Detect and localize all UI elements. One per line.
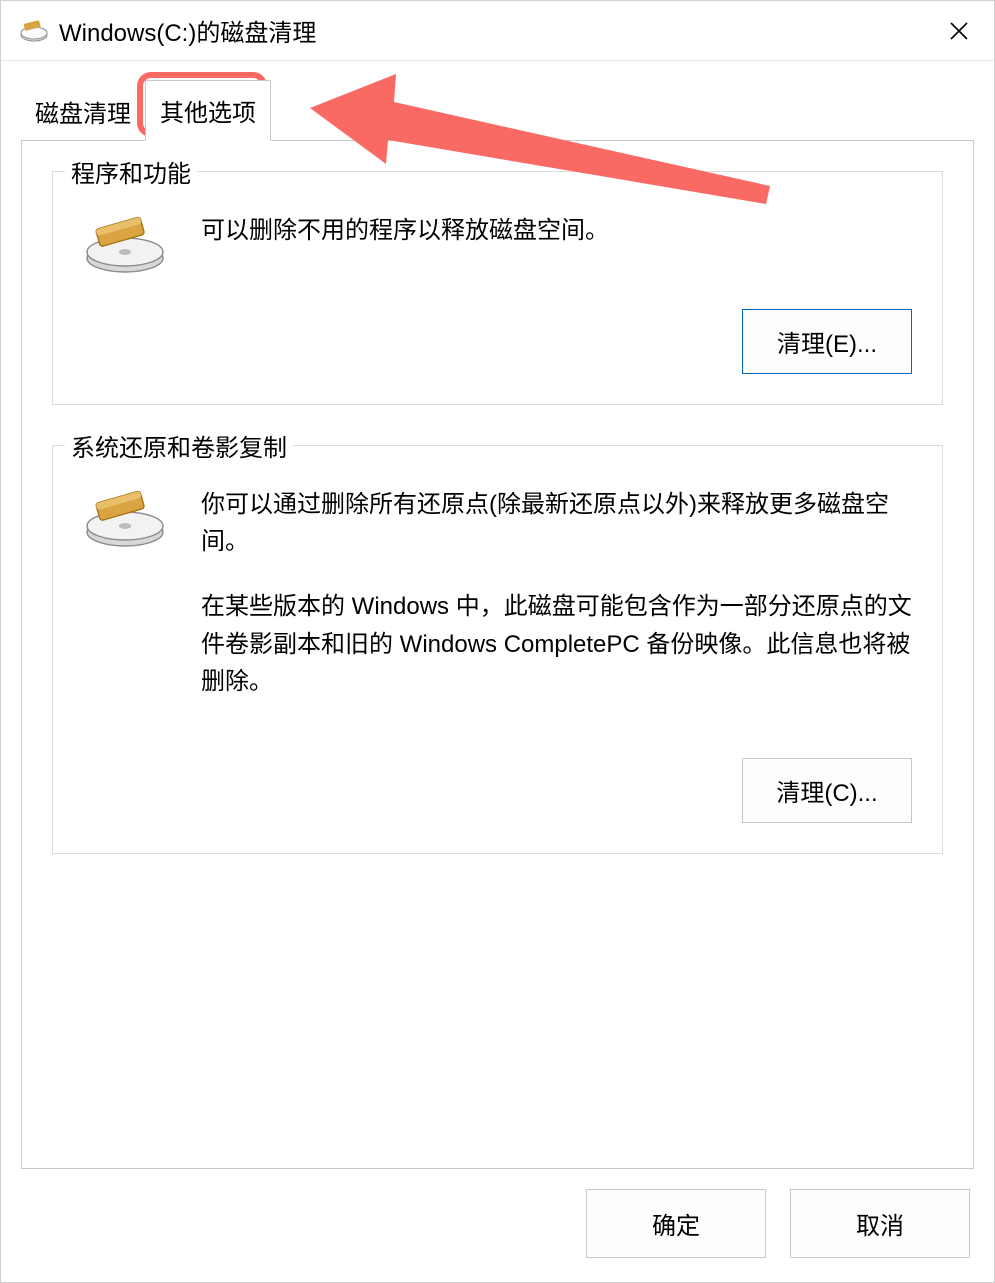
disk-cleanup-window: Windows(C:)的磁盘清理 磁盘清理 其他选项 程序和功能 [0,0,995,1283]
tab-other-options[interactable]: 其他选项 [145,80,271,141]
group-title-restore: 系统还原和卷影复制 [65,428,293,463]
disk-cleanup-icon [19,16,49,46]
cancel-button[interactable]: 取消 [790,1189,970,1258]
group-programs-and-features: 程序和功能 可以删除不 [52,171,943,405]
ok-button[interactable]: 确定 [586,1189,766,1258]
group-title-programs: 程序和功能 [65,154,197,189]
titlebar: Windows(C:)的磁盘清理 [1,1,994,61]
tab-strip: 磁盘清理 其他选项 [21,79,974,140]
programs-description: 可以删除不用的程序以释放磁盘空间。 [201,212,912,279]
programs-icon [83,212,173,279]
tab-disk-cleanup[interactable]: 磁盘清理 [21,82,145,141]
window-title: Windows(C:)的磁盘清理 [59,13,924,48]
tab-panel-other-options: 程序和功能 可以删除不 [21,140,974,1169]
cleanup-programs-button[interactable]: 清理(E)... [742,309,912,374]
restore-icon [83,486,173,728]
group-system-restore: 系统还原和卷影复制 你 [52,445,943,854]
content-area: 磁盘清理 其他选项 程序和功能 [1,61,994,1169]
dialog-footer: 确定 取消 [1,1169,994,1282]
cleanup-restore-button[interactable]: 清理(C)... [742,758,912,823]
close-icon [950,22,968,40]
close-button[interactable] [924,1,994,61]
restore-description: 你可以通过删除所有还原点(除最新还原点以外)来释放更多磁盘空间。 在某些版本的 … [201,486,912,728]
